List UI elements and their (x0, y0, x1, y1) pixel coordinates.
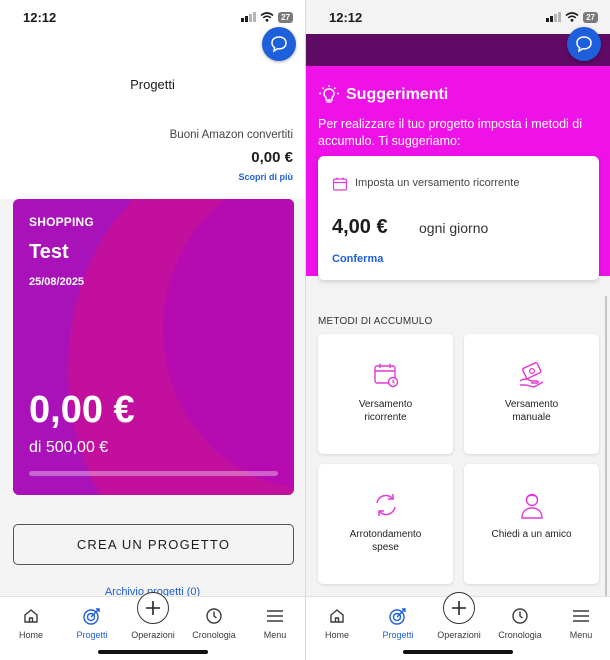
clock-icon (511, 605, 529, 627)
money-hand-icon (517, 360, 547, 390)
signal-icon (546, 12, 562, 22)
wifi-icon (565, 12, 579, 22)
chat-button[interactable] (262, 27, 296, 61)
amazon-vouchers-label: Buoni Amazon convertiti (169, 129, 293, 141)
nav-history[interactable]: Cronologia (490, 605, 550, 640)
nav-projects[interactable]: Progetti (62, 605, 122, 640)
project-target: di 500,00 € (29, 439, 109, 456)
confirm-link[interactable]: Conferma (332, 253, 383, 265)
suggestions-description: Per realizzare il tuo progetto imposta i… (318, 117, 583, 148)
nav-menu[interactable]: Menu (551, 605, 610, 640)
home-icon (328, 605, 346, 627)
project-category: SHOPPING (29, 215, 94, 229)
project-amount: 0,00 € (29, 389, 135, 431)
method-label: Chiedi a un amico (491, 529, 572, 540)
clock-icon (205, 605, 223, 627)
project-detail-screen: 12:12 27 Suggerimenti Per realizzare il … (305, 0, 610, 660)
suggestion-amount: 4,00 € (332, 216, 388, 238)
method-recurring-deposit[interactable]: Versamento ricorrente (318, 334, 453, 454)
chat-button[interactable] (567, 27, 601, 61)
header-bar (306, 34, 610, 66)
project-card[interactable]: SHOPPING Test 25/08/2025 0,00 € di 500,0… (13, 199, 294, 495)
nav-operations[interactable]: Operazioni (429, 592, 489, 640)
suggestion-card: Imposta un versamento ricorrente 4,00 € … (318, 156, 599, 280)
battery-icon: 27 (278, 11, 293, 23)
method-label: Versamento ricorrente (358, 399, 413, 423)
home-icon (22, 605, 40, 627)
projects-screen: 12:12 27 Progetti Buoni Amazon convertit… (0, 0, 305, 660)
chat-bubble-icon (576, 36, 592, 53)
battery-icon: 27 (583, 11, 598, 23)
nav-history[interactable]: Cronologia (184, 605, 244, 640)
status-time: 12:12 (329, 9, 363, 25)
menu-icon (572, 605, 590, 627)
home-indicator (403, 650, 513, 654)
calendar-clock-icon (372, 360, 400, 390)
page-title: Progetti (130, 77, 175, 92)
method-round-up[interactable]: Arrotondamento spese (318, 464, 453, 584)
scrollbar[interactable] (605, 296, 607, 596)
status-bar: 12:12 27 (0, 0, 305, 34)
suggestion-text: Imposta un versamento ricorrente (355, 177, 520, 189)
method-ask-friend[interactable]: Chiedi a un amico (464, 464, 599, 584)
plus-icon (137, 592, 169, 624)
calendar-icon (332, 177, 348, 191)
nav-operations[interactable]: Operazioni (123, 592, 183, 640)
signal-icon (241, 12, 257, 22)
method-label: Arrotondamento spese (349, 529, 422, 553)
nav-menu[interactable]: Menu (245, 605, 305, 640)
person-icon (519, 490, 545, 520)
status-bar: 12:12 27 (306, 0, 610, 34)
nav-home[interactable]: Home (1, 605, 61, 640)
lightbulb-icon (319, 85, 339, 103)
chat-bubble-icon (271, 36, 287, 53)
method-label: Versamento manuale (504, 399, 559, 423)
menu-icon (266, 605, 284, 627)
nav-projects[interactable]: Progetti (368, 605, 428, 640)
create-project-button[interactable]: CREA UN PROGETTO (13, 524, 294, 565)
project-name: Test (29, 241, 69, 263)
discover-more-link[interactable]: Scopri di più (238, 172, 293, 182)
home-indicator (97, 650, 208, 654)
suggestions-title: Suggerimenti (346, 86, 449, 103)
project-progress-bar (29, 471, 278, 476)
method-manual-deposit[interactable]: Versamento manuale (464, 334, 599, 454)
plus-icon (443, 592, 475, 624)
bottom-nav: Home Progetti Operazioni Cronologia Menu (306, 592, 610, 660)
wifi-icon (260, 12, 274, 22)
refresh-arrows-icon (372, 490, 400, 520)
amazon-vouchers-value: 0,00 € (251, 149, 293, 166)
nav-home[interactable]: Home (307, 605, 367, 640)
bottom-nav: Home Progetti Operazioni Cronologia Menu (0, 592, 305, 660)
methods-title: METODI DI ACCUMULO (318, 316, 433, 327)
target-icon (82, 605, 102, 627)
suggestion-frequency: ogni giorno (419, 220, 489, 236)
target-icon (388, 605, 408, 627)
status-time: 12:12 (23, 9, 57, 25)
project-date: 25/08/2025 (29, 276, 85, 288)
